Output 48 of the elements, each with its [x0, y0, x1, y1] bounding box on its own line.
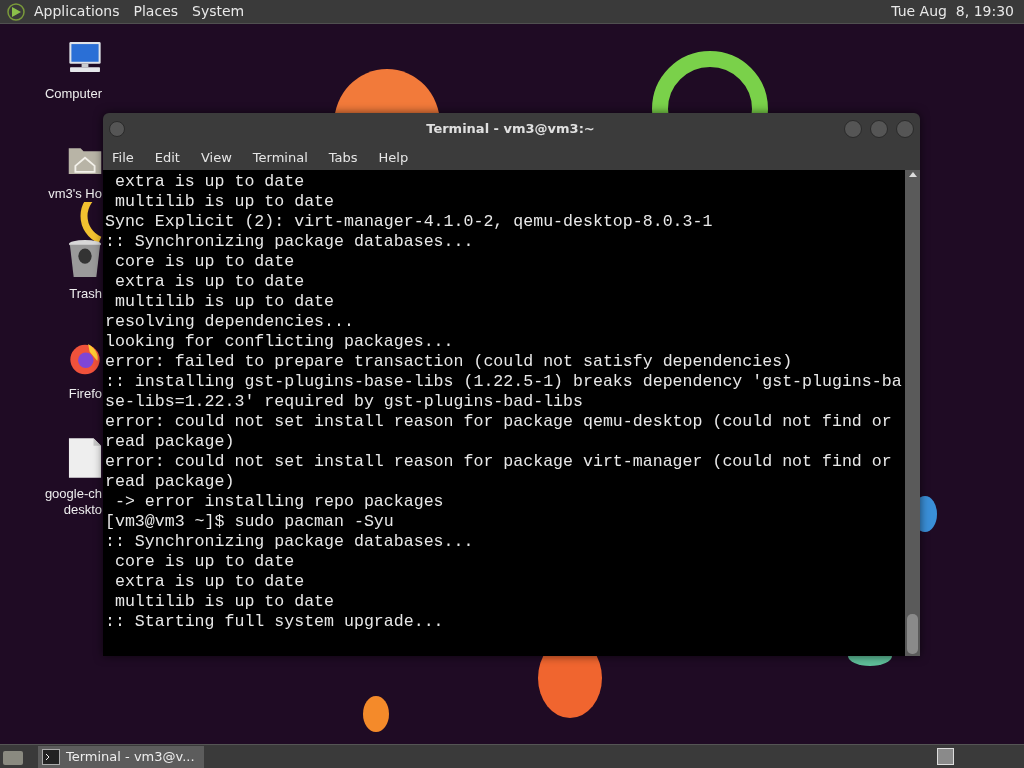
menu-logo-icon — [6, 1, 26, 22]
trash-icon — [68, 238, 102, 280]
terminal-line: read package) — [105, 432, 235, 452]
wallpaper-blob — [363, 696, 389, 732]
panel-menu[interactable]: System — [192, 1, 245, 22]
terminal-line: extra is up to date — [113, 572, 305, 592]
menu-item[interactable]: View — [200, 147, 232, 168]
window-control-button[interactable] — [896, 120, 914, 138]
terminal-line: :: Synchronizing package databases... — [105, 232, 474, 252]
terminal-line: :: installing gst-plugins-base-libs (1.22.5-1) breaks dependency 'gst-plugins-ba — [105, 372, 902, 392]
window-menu-button[interactable] — [109, 121, 125, 137]
menu-item[interactable]: File — [112, 147, 134, 168]
terminal-line: -> error installing repo packages — [113, 492, 444, 512]
terminal-line: looking for conflicting packages... — [105, 332, 454, 352]
terminal-line: :: Synchronizing package databases... — [105, 532, 474, 552]
menu-item[interactable]: Help — [378, 147, 409, 168]
terminal-line: se-libs=1.22.3' required by gst-plugins-bad-libs — [105, 392, 583, 412]
panel-menu[interactable]: Applications — [34, 1, 120, 22]
terminal-line: error: could not set install reason for package qemu-desktop (could not find or — [105, 412, 892, 432]
terminal-line: extra is up to date — [113, 172, 305, 192]
terminal-line: [vm3@vm3 ~]$ sudo pacman -Syu — [105, 512, 394, 532]
terminal-line: error: failed to prepare transaction (could not satisfy dependencies) — [105, 352, 793, 372]
desktop-icon-label[interactable]: vm3's Ho — [48, 186, 102, 202]
window-title: Terminal - vm3@vm3:~ — [426, 120, 595, 139]
terminal-line: error: could not set install reason for package virt-manager (could not find or — [105, 452, 892, 472]
workspace-switcher[interactable] — [937, 748, 954, 765]
terminal-line: Sync Explicit (2): virt-manager-4.1.0-2, qemu-desktop-8.0.3-1 — [105, 212, 713, 232]
menu-item[interactable]: Edit — [154, 147, 180, 168]
taskbar-button[interactable]: Terminal - vm3@v... — [38, 745, 204, 768]
terminal-line: core is up to date — [113, 552, 295, 572]
terminal-line: extra is up to date — [113, 272, 305, 292]
terminal-line: read package) — [105, 472, 235, 492]
clock[interactable]: Tue Aug 8, 19:30 — [891, 1, 1014, 22]
file-icon — [68, 436, 102, 480]
terminal-line: core is up to date — [113, 252, 295, 272]
terminal-line: :: Starting full system upgrade... — [105, 612, 444, 632]
terminal-line: multilib is up to date — [113, 292, 335, 312]
window-control-button[interactable] — [844, 120, 862, 138]
panel-menu[interactable]: Places — [133, 1, 179, 22]
menu-item[interactable]: Terminal — [252, 147, 308, 168]
terminal-line: multilib is up to date — [113, 192, 335, 212]
scrollbar[interactable] — [905, 170, 920, 656]
window-control-button[interactable] — [870, 120, 888, 138]
desktop-icon-label[interactable]: Computer — [44, 86, 102, 102]
terminal-icon — [42, 748, 60, 765]
terminal-line: resolving dependencies... — [105, 312, 354, 332]
menu-item[interactable]: Tabs — [328, 147, 358, 168]
terminal-line: multilib is up to date — [113, 592, 335, 612]
